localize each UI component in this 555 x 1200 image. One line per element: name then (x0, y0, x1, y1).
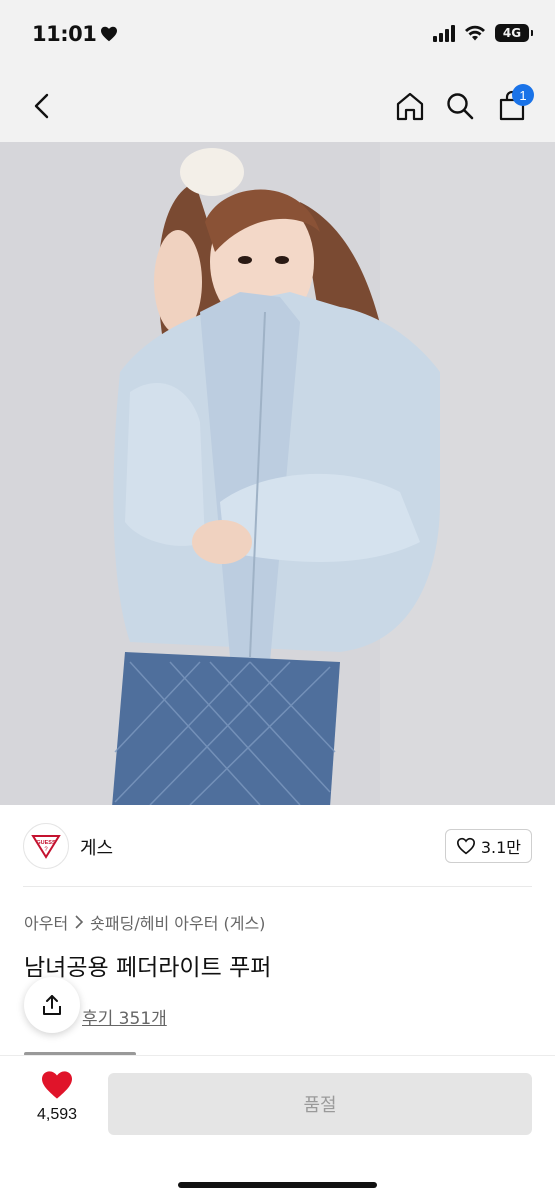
review-link[interactable]: 후기 351개 (82, 1004, 167, 1029)
signal-icon (433, 24, 455, 42)
home-button[interactable] (390, 86, 430, 126)
cart-button[interactable]: 1 (492, 84, 534, 126)
breadcrumb-category[interactable]: 아우터 (24, 910, 68, 934)
home-indicator (178, 1182, 377, 1188)
search-icon (447, 93, 474, 120)
chevron-left-icon (34, 93, 49, 119)
brand-like-count: 3.1만 (480, 838, 521, 857)
svg-text:?: ? (44, 847, 48, 853)
brand-name[interactable]: 게스 (80, 834, 113, 860)
chevron-right-icon (75, 915, 84, 929)
wifi-icon (465, 25, 485, 41)
battery-icon: 4G (495, 24, 533, 42)
product-title: 남녀공용 페더라이트 푸퍼 (24, 955, 272, 981)
heart-outline-icon (456, 837, 475, 855)
sold-out-button[interactable]: 품절 (108, 1073, 532, 1135)
share-button[interactable] (24, 977, 80, 1033)
status-indicators: 4G (433, 24, 533, 42)
brand-row[interactable]: GUESS ? 게스 3.1만 (0, 805, 555, 887)
svg-text:GUESS: GUESS (36, 840, 56, 846)
guess-logo-icon: GUESS ? (31, 835, 61, 859)
heart-status-icon (101, 26, 118, 42)
status-bar: 11:01 4G (0, 0, 555, 70)
share-icon (43, 995, 61, 1015)
breadcrumb-subcategory[interactable]: 숏패딩/헤비 아우터 (게스) (90, 910, 265, 934)
breadcrumb: 아우터 숏패딩/헤비 아우터 (게스) (24, 910, 265, 934)
wishlist-count: 4,593 (36, 1106, 78, 1123)
heart-filled-icon (42, 1071, 72, 1099)
home-icon (396, 92, 424, 121)
clock: 11:01 (32, 22, 97, 46)
bottom-action-bar: 4,593 품절 (0, 1055, 555, 1200)
wishlist-button[interactable]: 4,593 (22, 1070, 92, 1136)
product-photo-illustration (0, 142, 555, 805)
back-button[interactable] (22, 86, 62, 126)
cart-count-badge: 1 (512, 84, 534, 106)
search-button[interactable] (440, 86, 480, 126)
brand-logo[interactable]: GUESS ? (23, 823, 69, 869)
product-image[interactable] (0, 142, 555, 805)
divider (23, 886, 532, 887)
nav-bar: 1 (0, 70, 555, 142)
brand-like-button[interactable]: 3.1만 (444, 829, 532, 863)
status-time: 11:01 (32, 22, 118, 46)
